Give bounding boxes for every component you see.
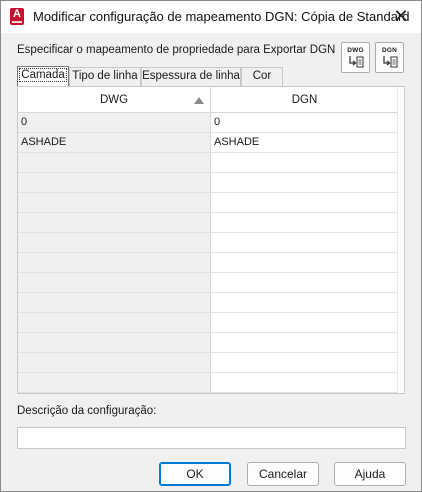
- dgn-cell[interactable]: [211, 293, 404, 313]
- dgn-mapping-button[interactable]: DGN: [375, 42, 404, 73]
- mapping-dialog: A Modificar configuração de mapeamento D…: [0, 0, 422, 492]
- autocad-app-icon: A: [10, 8, 24, 25]
- table-row[interactable]: [18, 213, 404, 233]
- dgn-cell[interactable]: [211, 153, 404, 173]
- dwg-cell[interactable]: [18, 373, 211, 393]
- column-header-dgn[interactable]: DGN: [211, 87, 398, 113]
- dgn-cell[interactable]: [211, 233, 404, 253]
- dgn-cell[interactable]: [211, 353, 404, 373]
- dgn-cell[interactable]: [211, 253, 404, 273]
- dgn-cell[interactable]: [211, 273, 404, 293]
- column-header-label: DWG: [99, 94, 129, 106]
- ok-button[interactable]: OK: [159, 462, 231, 486]
- import-mapping-icon: [349, 56, 364, 68]
- close-icon: ✕: [393, 6, 409, 26]
- tab-cor[interactable]: Cor: [241, 67, 283, 86]
- help-button[interactable]: Ajuda: [334, 462, 406, 486]
- dwg-cell[interactable]: [18, 153, 211, 173]
- grid-scrollbar[interactable]: [397, 87, 404, 393]
- table-row[interactable]: [18, 373, 404, 393]
- table-row[interactable]: [18, 333, 404, 353]
- import-mapping-icon: [383, 56, 398, 68]
- app-icon-bar: [12, 21, 22, 23]
- grid-rows: 0 0 ASHADE ASHADE: [18, 113, 404, 393]
- dwg-cell[interactable]: [18, 173, 211, 193]
- dwg-cell[interactable]: [18, 293, 211, 313]
- column-header-label: DGN: [291, 94, 318, 106]
- dwg-mapping-button[interactable]: DWG: [341, 42, 370, 73]
- table-row[interactable]: ASHADE ASHADE: [18, 133, 404, 153]
- table-row[interactable]: [18, 153, 404, 173]
- column-header-dwg[interactable]: DWG: [18, 87, 211, 113]
- mapping-grid: DWG DGN 0 0 ASHADE ASHADE: [17, 86, 405, 394]
- tab-camada[interactable]: Camada: [17, 66, 69, 86]
- dwg-cell[interactable]: [18, 353, 211, 373]
- dgn-cell[interactable]: 0: [211, 113, 404, 133]
- dwg-cell[interactable]: [18, 333, 211, 353]
- dgn-button-label: DGN: [381, 47, 398, 54]
- instruction-text: Especificar o mapeamento de propriedade …: [17, 44, 336, 56]
- tab-espessura-de-linha[interactable]: Espessura de linha: [141, 67, 241, 86]
- title-bar: A Modificar configuração de mapeamento D…: [1, 1, 421, 33]
- dwg-cell[interactable]: [18, 313, 211, 333]
- dgn-cell[interactable]: [211, 213, 404, 233]
- table-row[interactable]: [18, 193, 404, 213]
- table-row[interactable]: [18, 313, 404, 333]
- dgn-cell[interactable]: [211, 333, 404, 353]
- tab-label: Camada: [19, 68, 67, 82]
- dgn-cell[interactable]: [211, 173, 404, 193]
- table-row[interactable]: [18, 353, 404, 373]
- dgn-cell[interactable]: [211, 373, 404, 393]
- dwg-cell[interactable]: [18, 193, 211, 213]
- dwg-cell[interactable]: 0: [18, 113, 211, 133]
- dgn-cell[interactable]: ASHADE: [211, 133, 404, 153]
- table-row[interactable]: 00: [18, 113, 404, 133]
- dwg-cell[interactable]: ASHADE: [18, 133, 211, 153]
- close-button[interactable]: ✕: [387, 4, 415, 30]
- sort-ascending-icon: [194, 97, 204, 104]
- dgn-cell[interactable]: [211, 313, 404, 333]
- table-row[interactable]: [18, 173, 404, 193]
- table-row[interactable]: [18, 273, 404, 293]
- table-row[interactable]: [18, 293, 404, 313]
- app-icon-letter: A: [13, 8, 21, 20]
- description-input[interactable]: [17, 427, 406, 449]
- cancel-button[interactable]: Cancelar: [247, 462, 319, 486]
- window-title: Modificar configuração de mapeamento DGN…: [33, 9, 410, 24]
- dwg-cell[interactable]: [18, 273, 211, 293]
- dwg-cell[interactable]: [18, 253, 211, 273]
- tab-label: Cor: [252, 70, 272, 82]
- description-label-text: Descrição da configuração:: [17, 405, 157, 417]
- tab-label: Espessura de linha: [142, 70, 240, 82]
- table-row[interactable]: [18, 233, 404, 253]
- tab-tipo-de-linha[interactable]: Tipo de linha: [69, 67, 141, 86]
- dwg-button-label: DWG: [347, 47, 364, 54]
- dwg-cell[interactable]: [18, 213, 211, 233]
- tab-label: Tipo de linha: [72, 70, 138, 82]
- dwg-cell[interactable]: [18, 233, 211, 253]
- dgn-cell[interactable]: [211, 193, 404, 213]
- table-row[interactable]: [18, 253, 404, 273]
- description-label: Descrição da configuração:: [17, 405, 156, 417]
